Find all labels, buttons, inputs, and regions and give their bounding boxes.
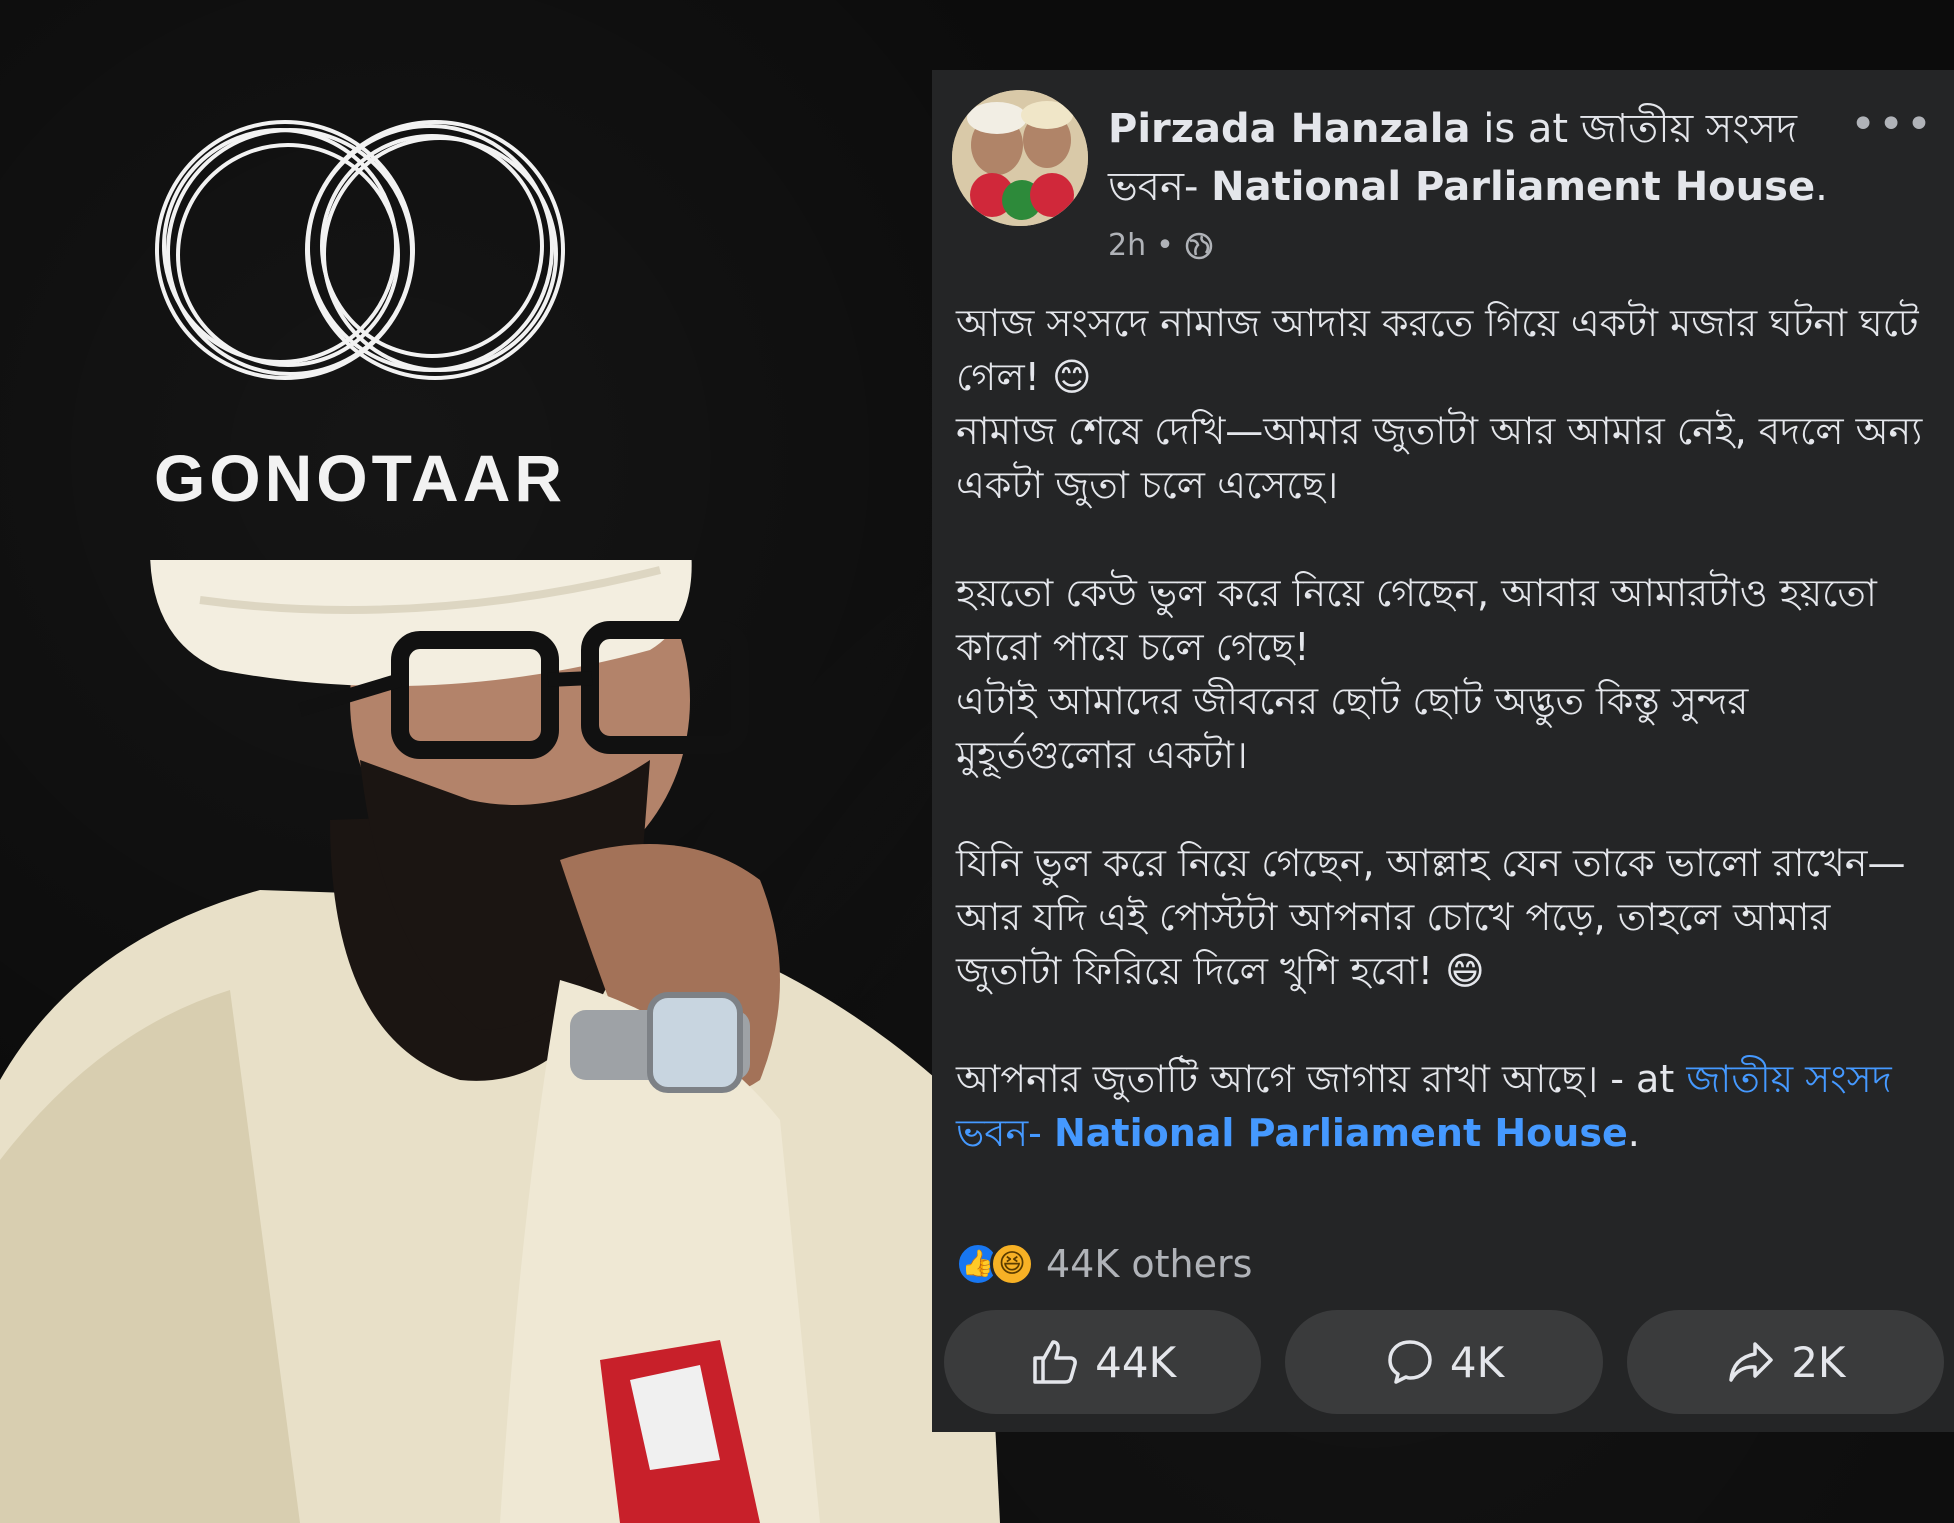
- post-time[interactable]: 2h: [1108, 228, 1146, 263]
- share-icon: [1729, 1342, 1773, 1382]
- meta-dot: •: [1156, 228, 1174, 263]
- brand-logo: GONOTAAR: [140, 100, 580, 515]
- location-period: .: [1815, 164, 1828, 210]
- comment-icon: [1388, 1340, 1432, 1384]
- post-actions: 44K 4K 2K: [944, 1310, 1944, 1414]
- post-closing: আপনার জুতাটি আগে জাগায় রাখা আছে। - at জ…: [956, 1052, 1926, 1160]
- interlocking-rings-icon: [155, 120, 565, 380]
- post-header: Pirzada Hanzala is at জাতীয় সংসদ ভবন- N…: [1108, 100, 1828, 216]
- reaction-count[interactable]: 44K others: [1046, 1242, 1252, 1286]
- location-english[interactable]: National Parliament House: [1211, 164, 1815, 210]
- globe-icon[interactable]: [1184, 231, 1214, 261]
- like-count: 44K: [1095, 1337, 1177, 1387]
- comment-count: 4K: [1449, 1337, 1505, 1387]
- facebook-post: Pirzada Hanzala is at জাতীয় সংসদ ভবন- N…: [932, 70, 1954, 1432]
- closing-text: আপনার জুতাটি আগে জাগায় রাখা আছে। - at: [956, 1057, 1675, 1101]
- closing-period: .: [1627, 1111, 1640, 1155]
- closing-location-english[interactable]: National Parliament House: [1054, 1111, 1628, 1155]
- share-count: 2K: [1791, 1337, 1846, 1387]
- brand-name: GONOTAAR: [153, 441, 567, 515]
- avatar-photo: [952, 90, 1088, 226]
- share-button[interactable]: 2K: [1626, 1310, 1944, 1414]
- post-paragraph-2: হয়তো কেউ ভুল করে নিয়ে গেছেন, আবার আমার…: [956, 571, 1877, 777]
- comment-button[interactable]: 4K: [1285, 1310, 1603, 1414]
- post-body: আজ সংসদে নামাজ আদায় করতে গিয়ে একটা মজা…: [956, 296, 1926, 1160]
- more-options-icon[interactable]: •••: [1850, 103, 1934, 147]
- person-photo: [0, 560, 1000, 1523]
- post-meta: 2h •: [1108, 228, 1214, 263]
- reaction-summary[interactable]: 👍 😆 44K others: [956, 1242, 1252, 1286]
- haha-reaction-icon: 😆: [990, 1242, 1034, 1286]
- author-name[interactable]: Pirzada Hanzala: [1108, 106, 1471, 152]
- avatar[interactable]: [952, 90, 1088, 226]
- is-at-text: is at: [1483, 106, 1569, 152]
- post-paragraph-1: আজ সংসদে নামাজ আদায় করতে গিয়ে একটা মজা…: [956, 301, 1923, 507]
- post-paragraph-3: যিনি ভুল করে নিয়ে গেছেন, আল্লাহ যেন তাক…: [956, 841, 1906, 993]
- like-button[interactable]: 44K: [944, 1310, 1262, 1414]
- thumbs-up-icon: [1033, 1340, 1078, 1384]
